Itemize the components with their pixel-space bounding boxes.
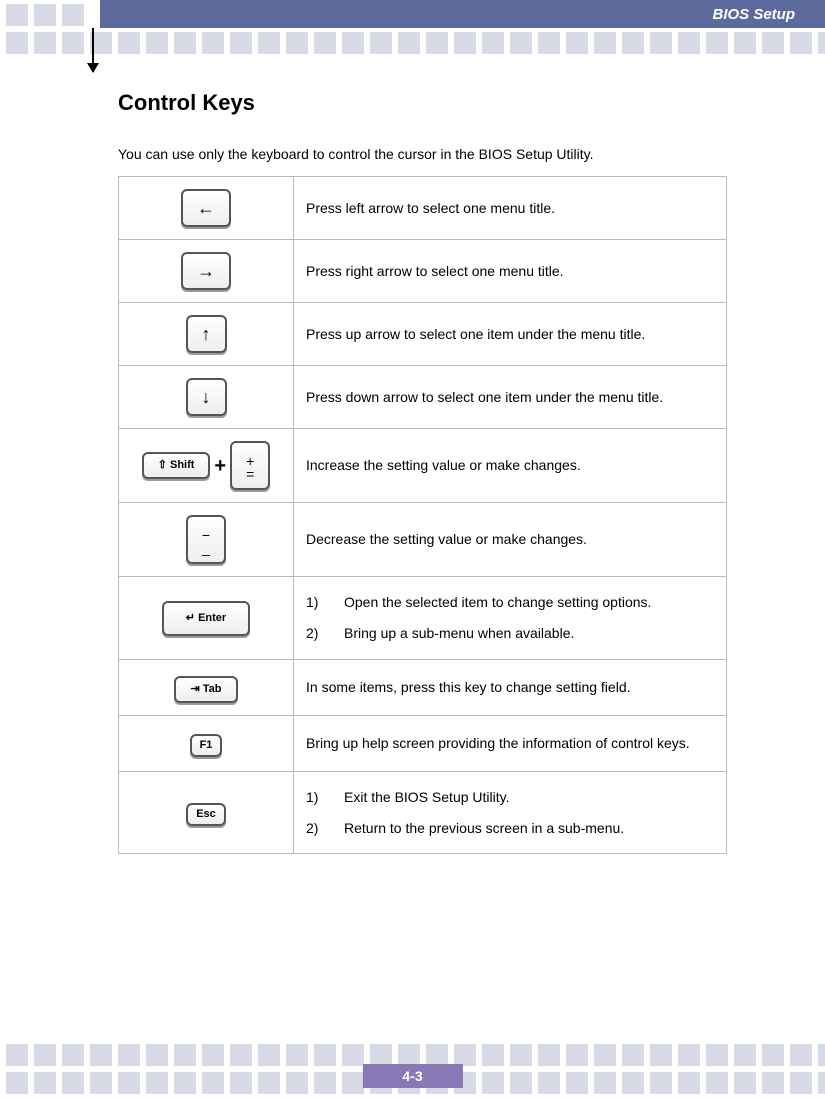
decorative-squares-top-left xyxy=(6,4,84,26)
page-number: 4-3 xyxy=(362,1064,462,1088)
tab-key-icon: ⇥ Tab xyxy=(174,676,237,703)
list-item-text: Exit the BIOS Setup Utility. xyxy=(344,782,509,813)
key-cell: F1 xyxy=(119,715,294,771)
key-icon: ← xyxy=(181,189,231,227)
table-row: −_ Decrease the setting value or make cha… xyxy=(119,503,727,577)
description-cell: Bring up help screen providing the infor… xyxy=(294,715,727,771)
section-intro: You can use only the keyboard to control… xyxy=(118,146,727,162)
key-cell: Esc xyxy=(119,771,294,854)
plus-equals-key-icon: += xyxy=(230,441,270,490)
plus-icon: + xyxy=(214,444,226,488)
description-cell: Decrease the setting value or make chang… xyxy=(294,503,727,577)
minus-key-icon: −_ xyxy=(186,515,226,564)
key-cell: −_ xyxy=(119,503,294,577)
table-row: ⇧ Shift + += Increase the setting value … xyxy=(119,429,727,503)
key-cell: → xyxy=(119,240,294,303)
key-icon: ↓ xyxy=(186,378,227,416)
header-title: BIOS Setup xyxy=(712,6,795,23)
header-bar: BIOS Setup xyxy=(100,0,825,28)
description-cell: 1)Open the selected item to change setti… xyxy=(294,577,727,660)
key-cell: ↓ xyxy=(119,366,294,429)
list-item-text: Bring up a sub-menu when available. xyxy=(344,618,574,649)
table-row: ← Press left arrow to select one menu tit… xyxy=(119,177,727,240)
label-key-icon: Esc xyxy=(186,803,226,826)
description-cell: 1)Exit the BIOS Setup Utility.2)Return t… xyxy=(294,771,727,854)
table-row: ⇥ Tab In some items, press this key to ch… xyxy=(119,659,727,715)
decorative-squares-top xyxy=(0,32,825,54)
table-row: ↓ Press down arrow to select one item und… xyxy=(119,366,727,429)
description-cell: Press down arrow to select one item unde… xyxy=(294,366,727,429)
table-row: ↵ Enter 1)Open the selected item to chang… xyxy=(119,577,727,660)
arrow-down-icon xyxy=(92,28,94,72)
list-item-text: Open the selected item to change setting… xyxy=(344,587,651,618)
key-cell: ⇥ Tab xyxy=(119,659,294,715)
list-item: 1)Open the selected item to change setti… xyxy=(306,587,714,618)
table-row: ↑ Press up arrow to select one item under… xyxy=(119,303,727,366)
description-cell: Press up arrow to select one item under … xyxy=(294,303,727,366)
key-combo: ⇧ Shift + += xyxy=(142,441,271,490)
list-item: 2)Bring up a sub-menu when available. xyxy=(306,618,714,649)
control-keys-table: ← Press left arrow to select one menu tit… xyxy=(118,176,727,854)
description-cell: Press right arrow to select one menu tit… xyxy=(294,240,727,303)
description-cell: Increase the setting value or make chang… xyxy=(294,429,727,503)
list-item: 2)Return to the previous screen in a sub… xyxy=(306,813,714,844)
decorative-squares-bottom xyxy=(0,1044,825,1066)
list-item: 1)Exit the BIOS Setup Utility. xyxy=(306,782,714,813)
description-cell: Press left arrow to select one menu titl… xyxy=(294,177,727,240)
key-cell: ↵ Enter xyxy=(119,577,294,660)
description-cell: In some items, press this key to change … xyxy=(294,659,727,715)
key-icon: ↑ xyxy=(186,315,227,353)
page-content: Control Keys You can use only the keyboa… xyxy=(118,90,727,854)
list-item-text: Return to the previous screen in a sub-m… xyxy=(344,813,624,844)
table-row: Esc 1)Exit the BIOS Setup Utility.2)Retur… xyxy=(119,771,727,854)
label-key-icon: F1 xyxy=(190,734,223,757)
table-row: F1 Bring up help screen providing the inf… xyxy=(119,715,727,771)
key-cell: ← xyxy=(119,177,294,240)
section-title: Control Keys xyxy=(118,90,727,116)
table-row: → Press right arrow to select one menu ti… xyxy=(119,240,727,303)
key-cell: ↑ xyxy=(119,303,294,366)
enter-key-icon: ↵ Enter xyxy=(162,601,250,636)
key-icon: → xyxy=(181,252,231,290)
shift-key-icon: ⇧ Shift xyxy=(142,452,211,479)
key-cell: ⇧ Shift + += xyxy=(119,429,294,503)
